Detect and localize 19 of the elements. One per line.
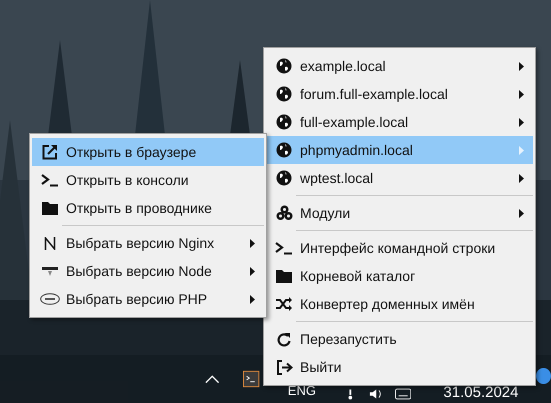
- menu-item[interactable]: Конвертер доменных имён: [266, 290, 533, 318]
- menu-item[interactable]: example.local: [266, 52, 533, 80]
- menu-item[interactable]: Интерфейс командной строки: [266, 234, 533, 262]
- menu-item[interactable]: Корневой каталог: [266, 262, 533, 290]
- menu-item[interactable]: Выйти: [266, 353, 533, 381]
- menu-item[interactable]: Выбрать версию Nginx: [32, 229, 264, 257]
- menu-item[interactable]: wptest.local: [266, 164, 533, 192]
- menu-item[interactable]: Открыть в проводнике: [32, 194, 264, 222]
- menu-item[interactable]: full-example.local: [266, 108, 533, 136]
- menu-item[interactable]: Выбрать версию PHP: [32, 285, 264, 313]
- menu-item[interactable]: phpmyadmin.local: [266, 136, 533, 164]
- language-indicator[interactable]: ENG: [288, 382, 316, 398]
- menu-item[interactable]: Открыть в консоли: [32, 166, 264, 194]
- menu-item[interactable]: Перезапустить: [266, 325, 533, 353]
- menu-item[interactable]: Открыть в браузере: [32, 138, 264, 166]
- menu-item[interactable]: forum.full-example.local: [266, 80, 533, 108]
- menu-item[interactable]: Модули: [266, 199, 533, 227]
- menu-item[interactable]: Выбрать версию Node: [32, 257, 264, 285]
- date-label[interactable]: 31.05.2024: [443, 384, 518, 400]
